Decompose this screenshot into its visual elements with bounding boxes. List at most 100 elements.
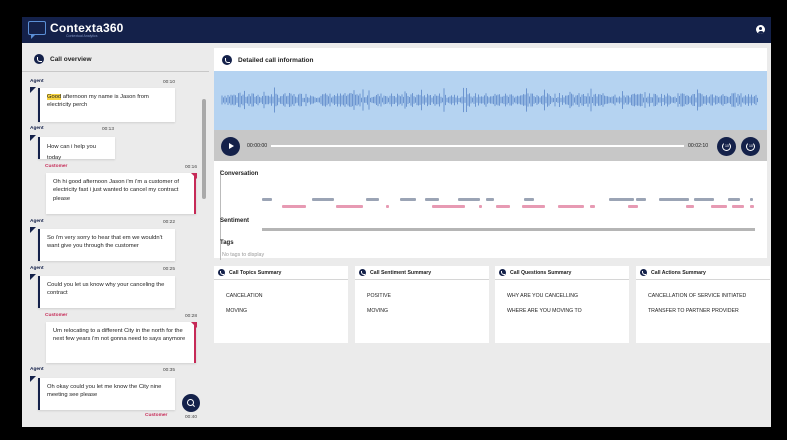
transcript-message[interactable]: Oh okay could you let me know the City n… (38, 378, 175, 410)
card-title: Call Sentiment Summary (370, 269, 432, 276)
message-role-agent: Agent (30, 219, 44, 224)
agent-speech-segment (400, 198, 416, 201)
forward-seconds: 10 (749, 144, 753, 148)
tags-label: Tags (220, 240, 234, 246)
customer-speech-segment (750, 205, 754, 208)
sentiment-bar (262, 228, 755, 231)
agent-speech-segment (425, 198, 439, 201)
customer-speech-segment (558, 205, 584, 208)
customer-speech-segment (496, 205, 510, 208)
agent-speech-segment (609, 198, 634, 201)
message-time: 00:16 (185, 165, 198, 170)
transcript-message[interactable]: Oh hi good afternoon Jason i'm i'm a cus… (46, 173, 196, 214)
call-overview-title: Call overview (50, 55, 92, 63)
message-text: afternoon my name is Jason from electric… (47, 94, 149, 109)
summary-item: MOVING (226, 308, 248, 314)
app-logo-subtitle: Contextual Analytics (66, 34, 98, 38)
agent-speech-segment (750, 198, 753, 201)
call-questions-summary-card: Call Questions Summary WHY ARE YOU CANCE… (495, 266, 629, 343)
card-title: Call Topics Summary (229, 269, 282, 276)
transcript-message[interactable]: Um relocating to a different City in the… (46, 322, 196, 363)
customer-speech-segment (282, 205, 306, 208)
phone-icon (218, 269, 225, 276)
card-title: Call Actions Summary (651, 269, 706, 276)
phone-icon (640, 269, 647, 276)
audio-player: 00:00:00 00:02:10 10 10 (214, 130, 767, 161)
agent-speech-segment (366, 198, 379, 201)
message-text: How can i help you today (47, 144, 96, 161)
card-header: Call Sentiment Summary (355, 266, 489, 280)
divider (22, 71, 209, 72)
customer-flag-icon (191, 173, 197, 179)
transcript-message[interactable]: Good afternoon my name is Jason from ele… (38, 88, 175, 122)
message-role-agent: Agent (30, 79, 44, 84)
summary-item: TRANSFER TO PARTNER PROVIDER (648, 308, 739, 314)
agent-speech-segment (486, 198, 494, 201)
message-role-agent: Agent (30, 266, 44, 271)
message-time: 00:13 (102, 127, 115, 132)
detail-title: Detailed call information (238, 56, 314, 64)
transcript-message[interactable]: Could you let us know why your canceling… (38, 276, 175, 308)
detailed-call-panel: Detailed call information 00:00:00 00:02… (214, 48, 767, 260)
seek-bar[interactable] (271, 145, 684, 147)
customer-speech-segment (590, 205, 595, 208)
highlighted-word: Good (47, 94, 62, 100)
agent-flag-icon (30, 274, 36, 280)
agent-speech-segment (659, 198, 689, 201)
customer-flag-icon (191, 322, 197, 328)
search-button[interactable] (182, 394, 200, 412)
phone-icon (34, 54, 44, 64)
sentiment-label: Sentiment (220, 218, 250, 224)
agent-speech-segment (312, 198, 334, 201)
card-header: Call Questions Summary (495, 266, 629, 280)
customer-speech-segment (732, 205, 744, 208)
phone-icon (222, 55, 232, 65)
message-time: 00:10 (163, 80, 176, 85)
message-role-customer: Customer (45, 164, 68, 169)
summary-item: WHY ARE YOU CANCELLING (507, 293, 579, 299)
logo-icon (28, 21, 46, 39)
message-text: Oh hi good afternoon Jason i'm i'm a cus… (53, 179, 179, 202)
message-time: 00:25 (163, 267, 176, 272)
agent-flag-icon (30, 135, 36, 141)
summary-item: MOVING (367, 308, 389, 314)
message-role-customer: Customer (45, 313, 68, 318)
conversation-label: Conversation (220, 171, 259, 177)
card-header: Call Topics Summary (214, 266, 348, 280)
transcript-message[interactable]: So i'm very sorry to hear that em we wou… (38, 229, 175, 261)
phone-icon (499, 269, 506, 276)
message-time: 00:28 (185, 314, 198, 319)
call-overview-panel: Call overview Agent 00:10 Good afternoon… (22, 43, 209, 427)
summary-item: POSITIVE (367, 293, 391, 299)
customer-speech-segment (686, 205, 694, 208)
message-text: Oh okay could you let me know the City n… (47, 384, 162, 399)
message-text: Um relocating to a different City in the… (53, 328, 186, 343)
transcript-message[interactable]: How can i help you today (38, 137, 115, 161)
customer-speech-segment (386, 205, 389, 208)
message-text: So i'm very sorry to hear that em we wou… (47, 235, 163, 250)
message-time: 00:40 (185, 415, 198, 420)
rewind-seconds: 10 (725, 144, 729, 148)
message-time: 00:22 (163, 220, 176, 225)
play-button[interactable] (221, 137, 240, 156)
top-bar: Contexta360 Contextual Analytics (22, 17, 771, 43)
customer-speech-segment (711, 205, 727, 208)
waveform-graphic (221, 87, 758, 113)
user-account-icon[interactable] (756, 25, 765, 34)
rewind-button[interactable]: 10 (717, 137, 736, 156)
agent-speech-segment (694, 198, 714, 201)
message-time: 00:35 (163, 368, 176, 373)
agent-speech-segment (728, 198, 740, 201)
card-header: Call Actions Summary (636, 266, 770, 280)
audio-waveform[interactable] (214, 71, 767, 130)
call-sentiment-summary-card: Call Sentiment Summary POSITIVE MOVING (355, 266, 489, 343)
phone-icon (359, 269, 366, 276)
agent-speech-segment (262, 198, 272, 201)
transcript-scrollbar[interactable] (202, 99, 206, 199)
agent-speech-segment (524, 198, 534, 201)
card-title: Call Questions Summary (510, 269, 572, 276)
customer-speech-segment (522, 205, 545, 208)
call-topics-summary-card: Call Topics Summary CANCELATION MOVING (214, 266, 348, 343)
forward-button[interactable]: 10 (741, 137, 760, 156)
customer-speech-segment (479, 205, 482, 208)
